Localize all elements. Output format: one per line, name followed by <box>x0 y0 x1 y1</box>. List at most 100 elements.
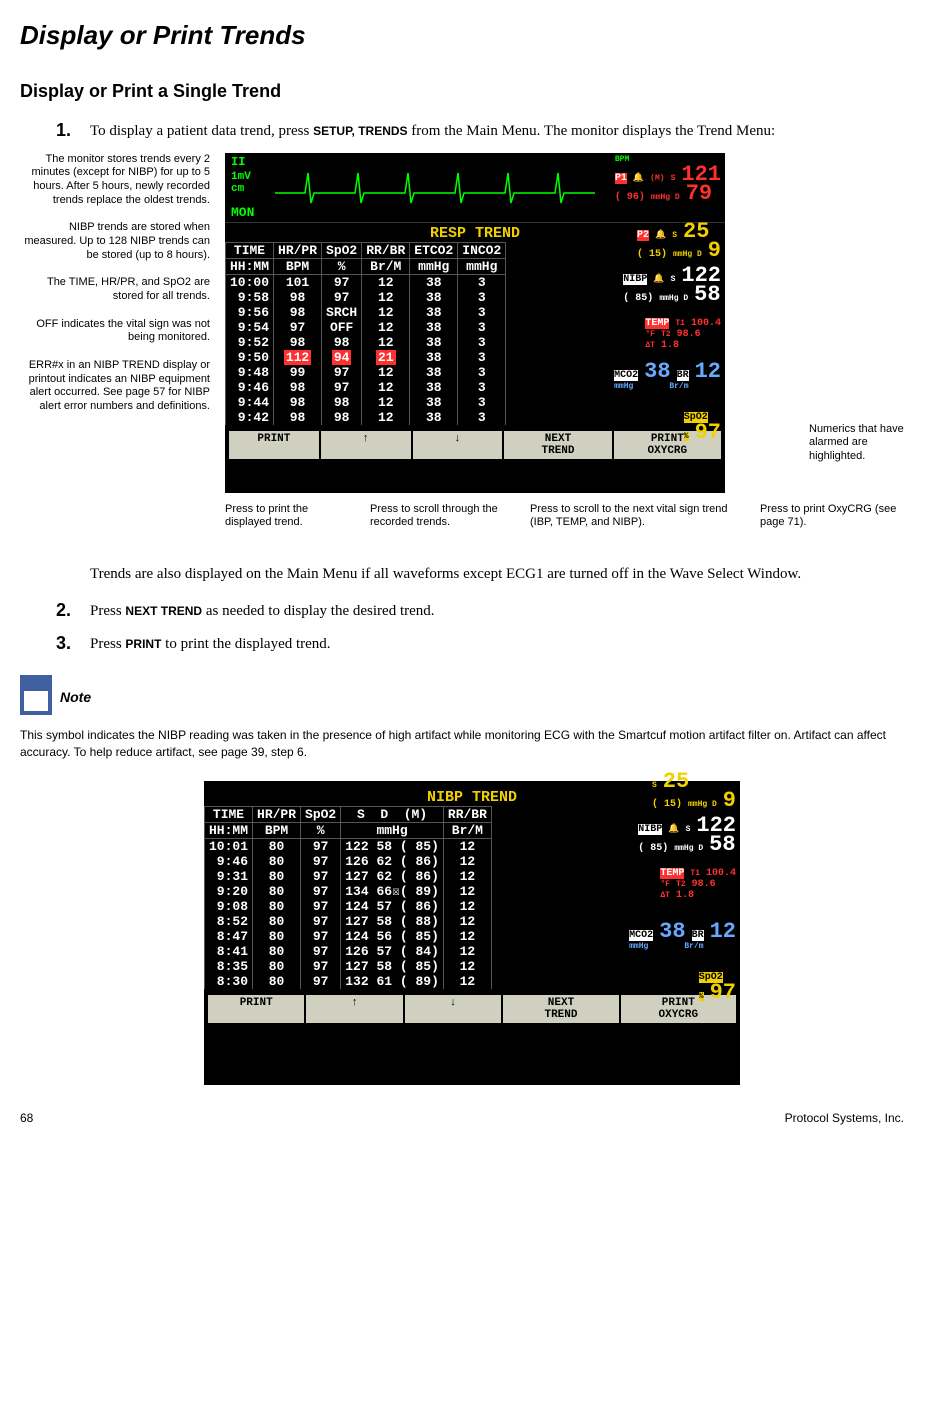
table-cell: 8:30 <box>205 974 253 989</box>
table-cell: 80 <box>253 929 301 944</box>
p1-label: P1 <box>615 173 627 184</box>
note-text: This symbol indicates the NIBP reading w… <box>20 727 904 761</box>
nibp-label: NIBP <box>623 274 647 285</box>
table-cell: 80 <box>253 899 301 914</box>
table-cell: 9:44 <box>226 395 274 410</box>
table-cell: 80 <box>253 838 301 854</box>
table-cell: 80 <box>253 944 301 959</box>
table-cell: 97 <box>301 854 341 869</box>
table-cell: 12 <box>443 929 491 944</box>
table-cell: OFF <box>322 320 362 335</box>
table-cell: 10:00 <box>226 274 274 290</box>
table-cell: 10:01 <box>205 838 253 854</box>
table-cell: 127 62 ( 86) <box>341 869 444 884</box>
lead-label: II <box>231 155 245 169</box>
note-label: Note <box>60 675 91 705</box>
table-cell: 127 58 ( 85) <box>341 959 444 974</box>
table-cell: 3 <box>458 290 506 305</box>
page-number: 68 <box>20 1111 33 1125</box>
scroll-up-button-2[interactable]: ↑ <box>306 995 402 1023</box>
note-icon <box>20 675 52 715</box>
scroll-down-button-2[interactable]: ↓ <box>405 995 501 1023</box>
table-cell: 97 <box>301 899 341 914</box>
callout-b4: Press to print OxyCRG (see page 71). <box>760 503 910 531</box>
table-cell: 9:20 <box>205 884 253 899</box>
table-cell: 9:42 <box>226 410 274 425</box>
numerics-panel: BPM P1 🔔 (M) S 121 ( 96) mmHg D 79 P2 🔔 … <box>595 153 725 493</box>
table-cell: 98 <box>322 335 362 350</box>
scroll-up-button[interactable]: ↑ <box>321 431 411 459</box>
table-cell: 38 <box>410 410 458 425</box>
callout-right: Numerics that have alarmed are highlight… <box>809 423 909 464</box>
table-cell: 38 <box>410 365 458 380</box>
company-name: Protocol Systems, Inc. <box>785 1111 904 1125</box>
table-cell: 126 57 ( 84) <box>341 944 444 959</box>
table-cell: 97 <box>301 838 341 854</box>
table-cell: 122 58 ( 85) <box>341 838 444 854</box>
table-cell: 98 <box>274 395 322 410</box>
table-cell: 12 <box>443 914 491 929</box>
table-cell: 3 <box>458 274 506 290</box>
p1-dia: 79 <box>686 181 712 206</box>
table-cell: 80 <box>253 914 301 929</box>
table-cell: 12 <box>443 974 491 989</box>
table-cell: 3 <box>458 350 506 365</box>
next-trend-button-2[interactable]: NEXT TREND <box>503 995 618 1023</box>
p2-label: P2 <box>637 230 649 241</box>
callout-b2: Press to scroll through the recorded tre… <box>370 503 520 531</box>
table-cell: 3 <box>458 320 506 335</box>
step-2: 2. Press NEXT TREND as needed to display… <box>56 600 904 623</box>
numerics-panel-2: S 25 ( 15) mmHg D 9 NIBP 🔔 S 122 ( 85) m… <box>610 771 740 1085</box>
table-cell: 9:31 <box>205 869 253 884</box>
table-cell: 9:46 <box>205 854 253 869</box>
table-cell: 97 <box>301 974 341 989</box>
table-cell: 134 66☒( 89) <box>341 884 444 899</box>
scroll-down-button[interactable]: ↓ <box>413 431 503 459</box>
table-cell: 97 <box>322 380 362 395</box>
table-cell: 80 <box>253 974 301 989</box>
table-cell: 98 <box>274 335 322 350</box>
table-cell: 12 <box>443 899 491 914</box>
monitor-screen-2: NIBP TREND TIME HR/PR SpO2 S D (M) RR/BR… <box>204 781 740 1085</box>
table-cell: 97 <box>301 929 341 944</box>
print-button[interactable]: PRINT <box>229 431 319 459</box>
table-cell: 127 58 ( 88) <box>341 914 444 929</box>
table-cell: 12 <box>443 959 491 974</box>
table-cell: 8:47 <box>205 929 253 944</box>
mco2-label: MCO2 <box>614 370 638 381</box>
table-cell: 97 <box>301 959 341 974</box>
paragraph: Trends are also displayed on the Main Me… <box>90 563 904 586</box>
table-cell: 38 <box>410 395 458 410</box>
scale-label: 1mV cm <box>231 171 251 195</box>
table-cell: 12 <box>443 854 491 869</box>
page-title: Display or Print Trends <box>20 20 904 51</box>
table-cell: 12 <box>362 305 410 320</box>
table-cell: 80 <box>253 869 301 884</box>
table-cell: 38 <box>410 335 458 350</box>
table-cell: 12 <box>362 274 410 290</box>
table-cell: 38 <box>410 320 458 335</box>
table-cell: 38 <box>410 350 458 365</box>
table-cell: 80 <box>253 884 301 899</box>
temp-label: TEMP <box>645 318 669 329</box>
monitor-screen-1: II 1mV cm MON RESP TREND TIME HR/PR SpO2… <box>225 153 725 493</box>
table-cell: 97 <box>274 320 322 335</box>
mon-label: MON <box>231 205 254 220</box>
br-label: BR <box>677 370 689 381</box>
table-cell: 97 <box>322 365 362 380</box>
table-cell: 98 <box>274 380 322 395</box>
table-cell: 80 <box>253 959 301 974</box>
print-button-2[interactable]: PRINT <box>208 995 304 1023</box>
table-cell: 97 <box>301 944 341 959</box>
table-cell: 124 57 ( 86) <box>341 899 444 914</box>
table-cell: 101 <box>274 274 322 290</box>
table-cell: 3 <box>458 395 506 410</box>
table-cell: SRCH <box>322 305 362 320</box>
table-cell: 12 <box>443 944 491 959</box>
table-cell: 3 <box>458 410 506 425</box>
table-cell: 12 <box>362 365 410 380</box>
table-cell: 12 <box>362 395 410 410</box>
table-cell: 3 <box>458 335 506 350</box>
table-cell: 9:54 <box>226 320 274 335</box>
table-cell: 38 <box>410 380 458 395</box>
